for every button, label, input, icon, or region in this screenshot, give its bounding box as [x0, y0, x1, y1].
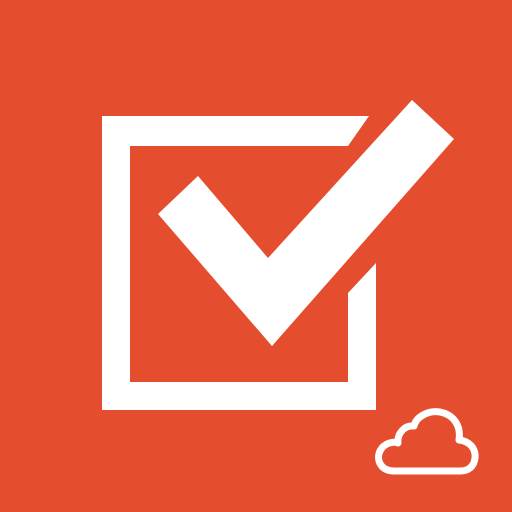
app-icon	[0, 0, 512, 512]
app-icon-graphic	[0, 0, 512, 512]
